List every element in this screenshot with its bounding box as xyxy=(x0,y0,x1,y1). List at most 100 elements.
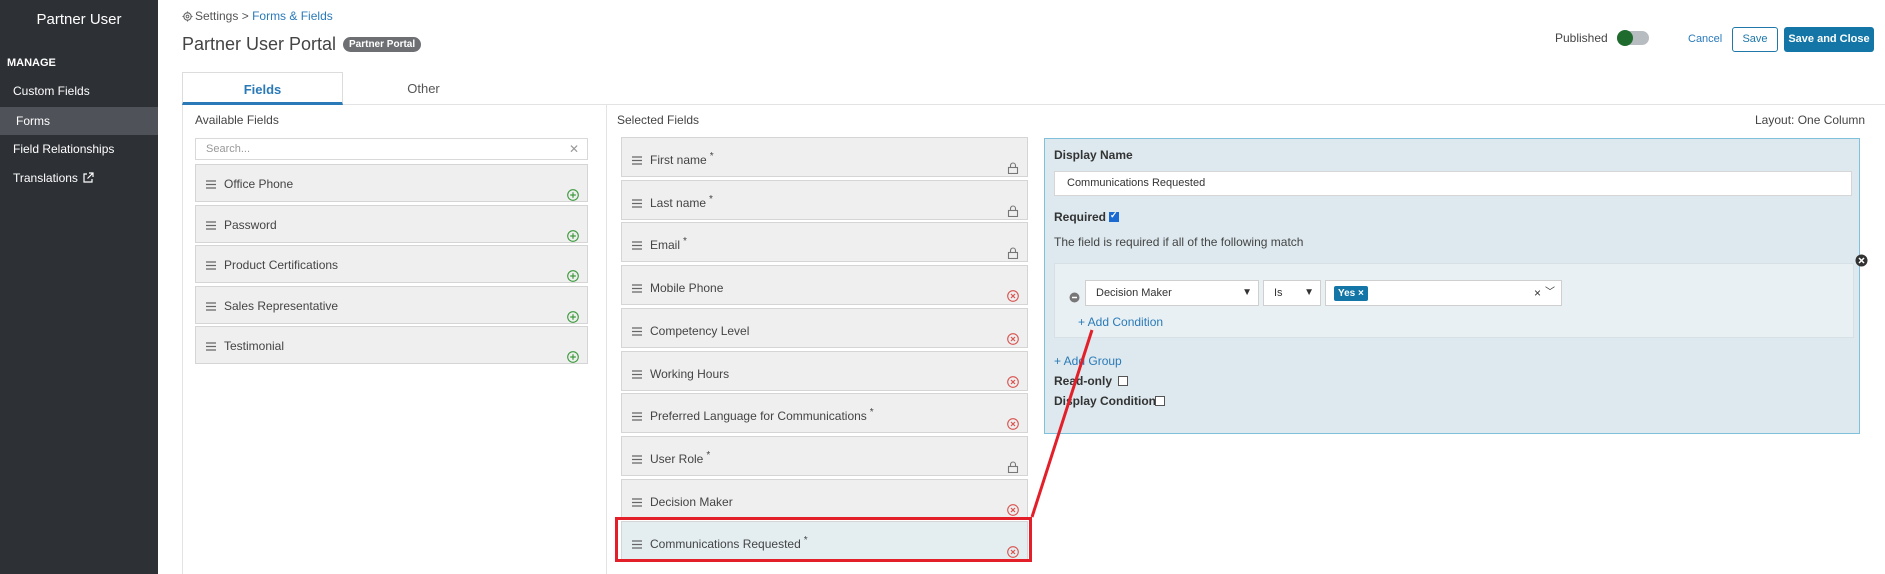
breadcrumb-separator: > xyxy=(241,9,249,23)
breadcrumb: Settings > Forms & Fields xyxy=(182,9,333,25)
selected-field-row[interactable]: Email * xyxy=(621,222,1028,263)
breadcrumb-root[interactable]: Settings xyxy=(195,9,238,23)
sidebar-item-forms[interactable]: Forms xyxy=(0,107,158,135)
drag-handle-icon[interactable] xyxy=(206,166,216,189)
tabs-divider xyxy=(343,104,1885,105)
remove-condition-icon[interactable] xyxy=(1069,290,1080,308)
required-checkbox[interactable] xyxy=(1109,210,1119,222)
condition-operator-select[interactable]: Is ▼ xyxy=(1263,280,1321,306)
value-tag-label: Yes xyxy=(1338,288,1356,299)
readonly-label: Read-only xyxy=(1054,374,1113,388)
display-name-label: Display Name xyxy=(1054,148,1133,162)
available-field-row[interactable]: Office Phone xyxy=(195,164,588,202)
toggle-knob xyxy=(1617,30,1633,46)
field-label: Decision Maker xyxy=(650,494,733,509)
remove-group-icon[interactable] xyxy=(1855,254,1868,272)
search-placeholder: Search... xyxy=(206,143,251,155)
display-condition-label: Display Condition xyxy=(1054,394,1156,408)
published-toggle[interactable] xyxy=(1617,30,1649,46)
condition-field-value: Decision Maker xyxy=(1096,287,1172,299)
value-tag[interactable]: Yes × xyxy=(1334,286,1368,301)
display-name-input[interactable]: Communications Requested xyxy=(1054,171,1852,196)
drag-handle-icon[interactable] xyxy=(632,185,642,208)
field-label: Working Hours xyxy=(650,366,730,381)
add-field-icon[interactable] xyxy=(567,340,579,378)
published-label: Published xyxy=(1555,31,1608,45)
field-label: Office Phone xyxy=(224,177,294,191)
sidebar: Partner User MANAGE Custom Fields Forms … xyxy=(0,0,158,574)
selected-field-row[interactable]: Mobile Phone xyxy=(621,265,1028,306)
chevron-down-icon: ▼ xyxy=(1242,287,1252,298)
panel-divider xyxy=(182,105,183,574)
external-link-icon xyxy=(82,166,94,194)
condition-field-select[interactable]: Decision Maker ▼ xyxy=(1085,280,1259,306)
condition-value-multiselect[interactable]: Yes × × ﹀ xyxy=(1325,280,1562,306)
drag-handle-icon[interactable] xyxy=(632,313,642,336)
display-condition-checkbox[interactable] xyxy=(1155,396,1165,406)
breadcrumb-current[interactable]: Forms & Fields xyxy=(252,9,333,23)
drag-handle-icon[interactable] xyxy=(632,356,642,379)
selected-field-row[interactable]: User Role * xyxy=(621,435,1028,476)
chevron-down-icon: ▼ xyxy=(1304,287,1314,298)
panel-divider xyxy=(606,105,607,574)
field-label: Preferred Language for Communications xyxy=(650,409,867,424)
available-fields-title: Available Fields xyxy=(195,113,279,127)
field-label: Sales Representative xyxy=(224,298,339,313)
condition-group: Decision Maker ▼ Is ▼ Yes × × ﹀ + Add Cond… xyxy=(1054,254,1868,338)
selected-field-row[interactable]: Competency Level xyxy=(621,307,1028,348)
add-condition-link[interactable]: + Add Condition xyxy=(1078,315,1163,329)
clear-search-icon[interactable]: ✕ xyxy=(569,139,579,159)
drag-handle-icon[interactable] xyxy=(632,142,642,165)
tab-fields[interactable]: Fields xyxy=(182,72,343,105)
available-field-row[interactable]: Testimonial xyxy=(195,326,588,364)
sidebar-item-field-relationships[interactable]: Field Relationships xyxy=(0,135,158,163)
tag-remove-icon[interactable]: × xyxy=(1358,288,1364,299)
add-group-link[interactable]: + Add Group xyxy=(1054,354,1122,368)
required-star: * xyxy=(683,236,687,248)
save-and-close-button[interactable]: Save and Close xyxy=(1784,27,1874,52)
drag-handle-icon[interactable] xyxy=(632,270,642,293)
cancel-button[interactable]: Cancel xyxy=(1688,33,1722,45)
field-label: Competency Level xyxy=(650,323,750,338)
highlight-box xyxy=(615,517,1032,562)
drag-handle-icon[interactable] xyxy=(206,207,216,230)
sidebar-item-custom-fields[interactable]: Custom Fields xyxy=(0,77,158,105)
selected-field-row[interactable]: Working Hours xyxy=(621,350,1028,391)
selected-fields-title: Selected Fields xyxy=(617,113,700,127)
drag-handle-icon[interactable] xyxy=(632,484,642,507)
sidebar-item-label: Translations xyxy=(13,171,78,185)
selected-field-row[interactable]: First name * xyxy=(621,137,1028,177)
required-star: * xyxy=(709,193,713,205)
drag-handle-icon[interactable] xyxy=(206,288,216,311)
available-field-row[interactable]: Product Certifications xyxy=(195,245,588,283)
tab-other[interactable]: Other xyxy=(343,72,504,105)
drag-handle-icon[interactable] xyxy=(632,441,642,464)
field-label: User Role xyxy=(650,451,704,466)
sidebar-item-label: Custom Fields xyxy=(13,84,90,98)
selected-field-row[interactable]: Last name * xyxy=(621,179,1028,220)
selected-field-row[interactable]: Decision Maker xyxy=(621,478,1028,519)
gear-icon xyxy=(182,11,193,25)
field-detail-panel: Display Name Communications Requested Re… xyxy=(1044,138,1868,434)
sidebar-item-translations[interactable]: Translations xyxy=(0,164,158,192)
drag-handle-icon[interactable] xyxy=(632,227,642,250)
drag-handle-icon[interactable] xyxy=(206,328,216,351)
chevron-down-icon: ﹀ xyxy=(1545,287,1555,298)
field-label: Mobile Phone xyxy=(650,281,724,296)
required-star: * xyxy=(709,151,714,162)
search-input[interactable]: Search... ✕ xyxy=(195,138,588,160)
app-root: Partner User MANAGE Custom Fields Forms … xyxy=(0,0,1885,574)
drag-handle-icon[interactable] xyxy=(206,247,216,270)
available-field-row[interactable]: Sales Representative xyxy=(195,285,588,324)
drag-handle-icon[interactable] xyxy=(632,398,642,421)
sidebar-item-label: Forms xyxy=(16,114,50,128)
required-label: Required xyxy=(1054,210,1107,224)
save-button[interactable]: Save xyxy=(1732,27,1778,52)
field-label: First name xyxy=(650,153,707,167)
clear-values-icon[interactable]: × xyxy=(1534,281,1541,305)
available-field-row[interactable]: Password xyxy=(195,204,588,243)
field-label: Last name xyxy=(650,195,707,210)
selected-field-row[interactable]: Preferred Language for Communications * xyxy=(621,393,1028,434)
readonly-checkbox[interactable] xyxy=(1118,376,1128,386)
layout-label[interactable]: Layout: One Column xyxy=(1755,113,1865,127)
